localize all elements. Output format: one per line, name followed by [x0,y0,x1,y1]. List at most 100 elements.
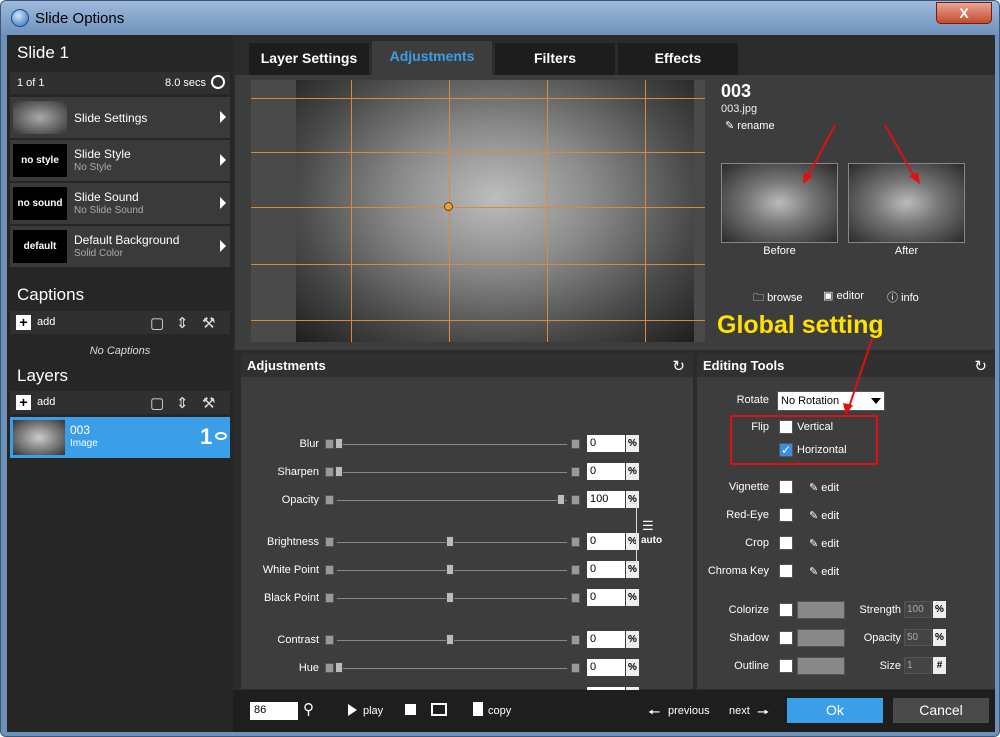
trash-icon[interactable]: ▢ [150,314,164,332]
close-button[interactable]: X [936,2,992,24]
tab-layer-settings[interactable]: Layer Settings [249,43,369,75]
adjustment-value[interactable]: 0 [587,463,625,480]
slider-track[interactable] [337,472,567,473]
slider-thumb[interactable] [446,592,454,603]
marker-icon[interactable] [405,704,416,715]
slider-increase-button[interactable] [571,495,580,505]
reset-tools-icon[interactable]: ↻ [974,357,987,375]
slider-thumb[interactable] [335,438,343,449]
slider-track[interactable] [337,444,567,445]
slider-thumb[interactable] [446,564,454,575]
slider-decrease-button[interactable] [325,635,334,645]
slider-thumb[interactable] [446,634,454,645]
shadow-checkbox[interactable] [779,631,793,645]
browse-button[interactable]: 🗀 browse [753,289,803,308]
vignette-edit-link[interactable]: ✎ edit [809,481,839,494]
red-eye-checkbox[interactable] [779,508,793,522]
shadow-color-swatch[interactable] [797,629,845,647]
tab-effects[interactable]: Effects [618,43,738,75]
outline-color-swatch[interactable] [797,657,845,675]
sidebar-item-slide-style[interactable]: no style Slide Style No Style [10,140,230,181]
slider-increase-button[interactable] [571,467,580,477]
tools-icon[interactable]: ⚒ [202,394,215,412]
arrow-left-icon[interactable]: 🠔 [648,702,660,726]
trash-icon[interactable]: ▢ [150,394,164,412]
adjustment-value[interactable]: 0 [587,561,625,578]
info-button[interactable]: ⓘ info [887,289,919,305]
slider-increase-button[interactable] [571,537,580,547]
slider-increase-button[interactable] [571,635,580,645]
adjustment-value[interactable]: 100 [587,491,625,508]
tab-filters[interactable]: Filters [495,43,615,75]
auto-levels-icon[interactable]: ☰ [642,518,654,534]
slider-thumb[interactable] [335,662,343,673]
flip-vertical-checkbox[interactable] [779,420,793,434]
reorder-icon[interactable]: ⇕ [176,394,189,412]
slider-increase-button[interactable] [571,439,580,449]
cancel-button[interactable]: Cancel [893,698,989,723]
photo-preview[interactable] [296,80,694,342]
reset-adjustments-icon[interactable]: ↻ [672,357,685,375]
add-caption-button[interactable]: + [16,315,31,330]
add-caption-label[interactable]: add [37,316,55,328]
ok-button[interactable]: Ok [787,698,883,723]
slider-decrease-button[interactable] [325,565,334,575]
size-value[interactable]: 1 [904,657,932,674]
center-handle[interactable] [444,202,453,211]
slider-track[interactable] [337,500,567,501]
sidebar-item-background[interactable]: default Default Background Solid Color [10,226,230,267]
slider-decrease-button[interactable] [325,663,334,673]
outline-checkbox[interactable] [779,659,793,673]
rename-link[interactable]: ✎ rename [725,119,775,132]
next-label[interactable]: next [729,705,750,717]
slider-track[interactable] [337,668,567,669]
slider-thumb[interactable] [335,466,343,477]
zoom-input[interactable]: 86 [250,702,298,720]
crop-checkbox[interactable] [779,536,793,550]
crop-edit-link[interactable]: ✎ edit [809,537,839,550]
strength-value[interactable]: 100 [904,601,932,618]
slider-increase-button[interactable] [571,593,580,603]
play-label[interactable]: play [363,705,383,717]
chroma-key-checkbox[interactable] [779,564,793,578]
opacity-value[interactable]: 50 [904,629,932,646]
slider-increase-button[interactable] [571,663,580,673]
colorize-checkbox[interactable] [779,603,793,617]
sidebar-item-slide-sound[interactable]: no sound Slide Sound No Slide Sound [10,183,230,224]
flip-horizontal-checkbox[interactable]: ✓ [779,443,793,457]
reorder-icon[interactable]: ⇕ [176,314,189,332]
editor-button[interactable]: ▣ editor [823,289,864,302]
clipboard-icon[interactable] [473,702,483,716]
vignette-checkbox[interactable] [779,480,793,494]
previous-label[interactable]: previous [668,705,710,717]
auto-label[interactable]: auto [641,535,662,546]
adjustment-value[interactable]: 0 [587,435,625,452]
chroma-key-edit-link[interactable]: ✎ edit [809,565,839,578]
copy-label[interactable]: copy [488,705,511,717]
slider-increase-button[interactable] [571,565,580,575]
slider-decrease-button[interactable] [325,593,334,603]
layer-item[interactable]: 003 Image 1 [10,417,230,458]
red-eye-edit-link[interactable]: ✎ edit [809,509,839,522]
adjustment-value[interactable]: 0 [587,631,625,648]
slider-decrease-button[interactable] [325,439,334,449]
tools-icon[interactable]: ⚒ [202,314,215,332]
slider-decrease-button[interactable] [325,495,334,505]
slider-thumb[interactable] [446,536,454,547]
slider-thumb[interactable] [557,494,565,505]
visibility-eye-icon[interactable] [215,432,227,440]
play-icon[interactable] [348,704,357,716]
tab-adjustments[interactable]: Adjustments [372,41,492,75]
slider-decrease-button[interactable] [325,467,334,477]
adjustment-value[interactable]: 0 [587,533,625,550]
colorize-color-swatch[interactable] [797,601,845,619]
slider-decrease-button[interactable] [325,537,334,547]
add-layer-button[interactable]: + [16,395,31,410]
add-layer-label[interactable]: add [37,396,55,408]
sidebar-item-slide-settings[interactable]: Slide Settings [10,97,230,138]
arrow-right-icon[interactable]: 🠖 [757,702,769,726]
search-icon[interactable]: ⚲ [303,700,314,718]
adjustment-value[interactable]: 0 [587,589,625,606]
window-icon[interactable] [431,703,447,716]
adjustment-value[interactable]: 0 [587,659,625,676]
